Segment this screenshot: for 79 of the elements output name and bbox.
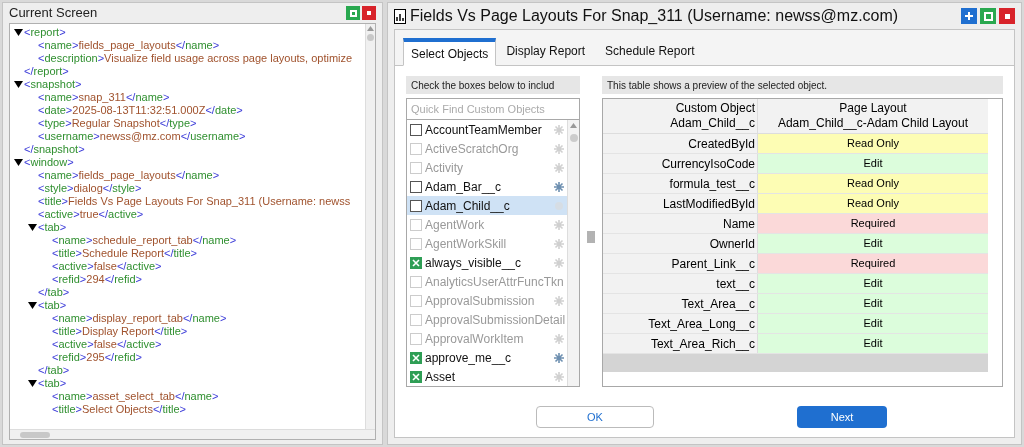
preview-header: This table shows a preview of the selected object. [602,76,1003,94]
tab[interactable]: Schedule Report [595,37,705,65]
xml-element: <active>false</active> [52,337,162,353]
scroll-thumb[interactable] [367,34,374,41]
access-cell: Edit [758,294,988,313]
scroll-up-arrow-icon[interactable] [570,123,577,128]
xml-element: <name>snap_311</name> [38,90,170,106]
xml-element: <style>dialog</style> [38,181,142,197]
table-cell: CreatedById [603,134,758,153]
xml-element: <name>asset_select_tab</name> [52,389,219,405]
xml-element: <type>Regular Snapshot</type> [38,116,197,132]
tab[interactable]: Display Report [496,37,596,65]
access-cell: Edit [758,334,988,353]
access-cell: Read Only [758,174,988,193]
table-cell: CurrencyIsoCode [603,154,758,173]
xml-element: <name>fields_page_layouts</name> [38,38,220,54]
xml-element: <date>2025-08-13T11:32:51.000Z</date> [38,103,243,119]
add-button[interactable] [961,8,977,24]
close-button[interactable] [999,8,1015,24]
table-cell: Parent_Link__c [603,254,758,273]
dialog-title: Fields Vs Page Layouts For Snap_311 (Username: newss@mz.com) [410,6,899,26]
tab[interactable]: Select Objects [403,38,497,66]
access-cell: Required [758,214,988,233]
scroll-thumb[interactable] [20,431,50,438]
xml-element: <title>Schedule Report</title> [52,246,197,262]
scroll-up-arrow-icon[interactable] [367,26,374,31]
access-cell: Read Only [758,134,988,153]
splitter-handle-icon[interactable] [587,230,595,243]
table-cell: Text_Area_Long__c [603,314,758,333]
checkbox[interactable] [410,199,422,212]
xml-element: <title>Select Objects</title> [52,402,186,418]
xml-element: <name>schedule_report_tab</name> [52,233,237,249]
expanded-triangle-icon[interactable] [12,29,24,36]
primary-button[interactable]: Next [797,406,887,428]
checkbox[interactable] [410,123,422,136]
panel-title: Current Screen [9,4,98,23]
secondary-button[interactable]: OK [536,406,654,428]
table-cell: OwnerId [603,234,758,253]
checked-checkbox[interactable] [410,370,422,383]
instructions-header: Check the boxes below to includ [406,76,580,94]
plus-icon [964,11,974,21]
xml-element: <name>display_report_tab</name> [52,311,227,327]
access-cell: Required [758,254,988,273]
table-cell: Name [603,214,758,233]
close-button[interactable] [362,6,376,20]
expanded-triangle-icon[interactable] [12,159,24,166]
table-cell: LastModifiedById [603,194,758,213]
horizontal-scrollbar[interactable] [10,429,375,439]
expanded-triangle-icon[interactable] [12,81,24,88]
access-cell: Edit [758,274,988,293]
access-cell: Read Only [758,194,988,213]
search-field[interactable]: Quick Find Custom Objects [407,99,579,120]
access-cell: Edit [758,314,988,333]
expanded-triangle-icon[interactable] [26,380,38,387]
object-list-item[interactable]: Adam_Child__c [407,196,567,215]
checked-checkbox[interactable] [410,351,422,364]
table-cell: formula_test__c [603,174,758,193]
expanded-triangle-icon[interactable] [26,224,38,231]
table-cell: Text_Area__c [603,294,758,313]
xml-element: <title>Display Report</title> [52,324,188,340]
expanded-triangle-icon[interactable] [26,302,38,309]
vertical-scrollbar[interactable] [365,24,375,429]
table-cell: Text_Area_Rich__c [603,334,758,353]
xml-tag: <report> [24,24,66,41]
checkbox[interactable] [410,180,422,193]
xml-element: <name>fields_page_layouts</name> [38,168,220,184]
vertical-scrollbar[interactable] [567,120,579,386]
report-icon [394,8,406,24]
restore-button[interactable] [980,8,996,24]
table-cell: text__c [603,274,758,293]
column-header: Page Layout Adam_Child__c-Adam Child Layout [758,99,988,133]
checked-checkbox[interactable] [410,256,422,269]
restore-button[interactable] [346,6,360,20]
scroll-thumb[interactable] [569,134,578,142]
xml-element: <active>false</active> [52,259,162,275]
access-cell: Edit [758,234,988,253]
column-header: Custom Object Adam_Child__c [603,99,758,133]
access-cell: Edit [758,154,988,173]
xml-element: <title>Fields Vs Page Layouts For Snap_311 (Username: newss [38,194,351,210]
